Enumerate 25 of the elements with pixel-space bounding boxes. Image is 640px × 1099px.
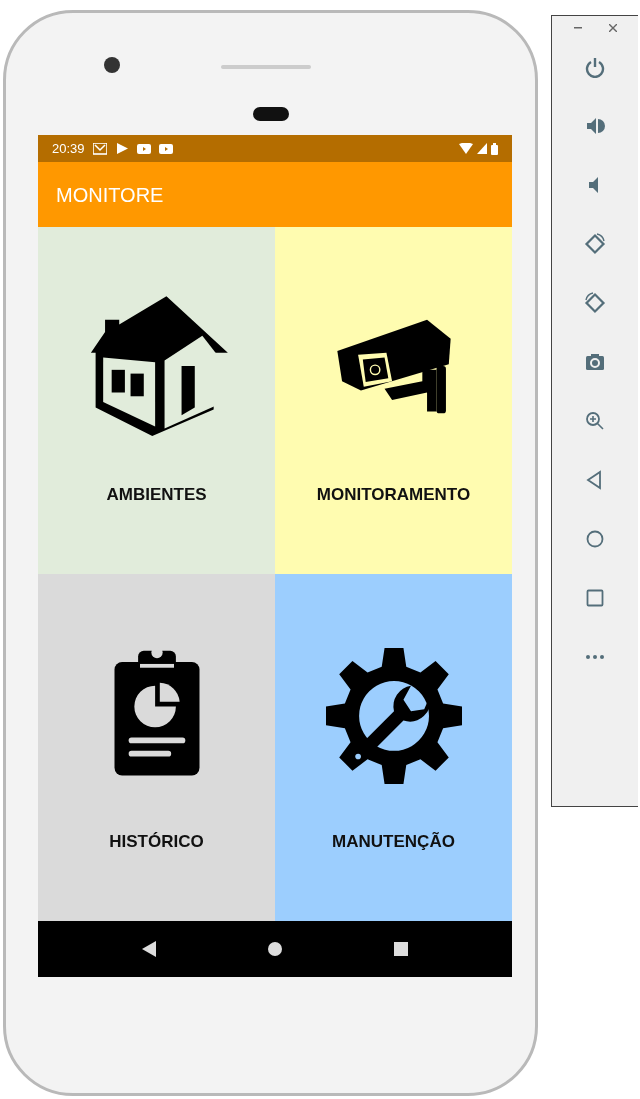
battery-icon [491, 142, 498, 155]
menu-tile[interactable]: HISTÓRICO [38, 574, 275, 921]
signal-icon [477, 143, 487, 154]
back-icon[interactable] [142, 941, 156, 957]
front-camera [104, 57, 120, 73]
menu-tile[interactable]: MONITORAMENTO [275, 227, 512, 574]
camera-icon[interactable] [584, 351, 606, 373]
overview-icon[interactable] [584, 587, 606, 609]
minimize-icon[interactable] [573, 24, 582, 32]
status-time: 20:39 [52, 139, 85, 158]
play-icon [114, 142, 129, 155]
menu-tile[interactable]: AMBIENTES [38, 227, 275, 574]
rotate-right-icon[interactable] [584, 292, 606, 314]
earpiece [253, 107, 289, 121]
video-icon [158, 142, 173, 155]
wifi-icon [459, 143, 473, 154]
mail-icon [92, 142, 107, 155]
power-icon[interactable] [584, 56, 606, 78]
home-icon[interactable] [268, 942, 282, 956]
rotate-left-icon[interactable] [584, 233, 606, 255]
video-icon [136, 142, 151, 155]
zoom-icon[interactable] [584, 410, 606, 432]
close-icon[interactable] [608, 24, 617, 32]
app-title: MONITORE [56, 182, 164, 208]
menu-tile[interactable]: MANUTENÇÃO [275, 574, 512, 921]
